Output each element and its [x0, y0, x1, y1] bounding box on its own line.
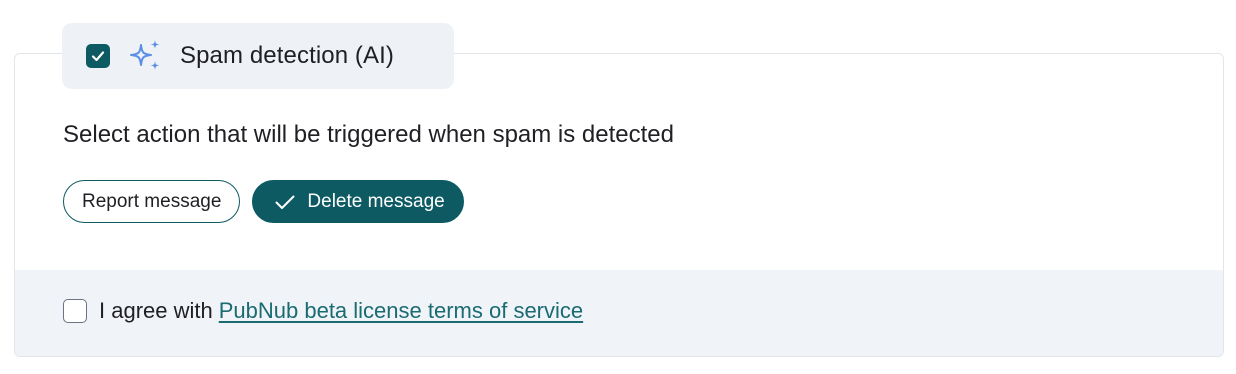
- section-title: Spam detection (AI): [180, 42, 394, 69]
- checkmark-icon: [275, 195, 295, 209]
- checkmark-icon: [91, 51, 105, 62]
- spam-detection-checkbox[interactable]: [86, 44, 110, 68]
- action-prompt: Select action that will be triggered whe…: [63, 121, 675, 148]
- agree-checkbox[interactable]: [63, 299, 87, 323]
- sparkle-icon: [130, 40, 160, 70]
- action-options: Report message Delete message: [63, 180, 464, 223]
- delete-message-button[interactable]: Delete message: [252, 180, 464, 223]
- agree-label: I agree with: [99, 298, 213, 323]
- delete-message-label: Delete message: [307, 190, 445, 212]
- terms-link[interactable]: PubNub beta license terms of service: [219, 298, 583, 324]
- agreement-row: I agree with PubNub beta license terms o…: [63, 298, 583, 324]
- report-message-button[interactable]: Report message: [63, 180, 241, 223]
- section-header: Spam detection (AI): [62, 23, 454, 89]
- report-message-label: Report message: [82, 190, 222, 212]
